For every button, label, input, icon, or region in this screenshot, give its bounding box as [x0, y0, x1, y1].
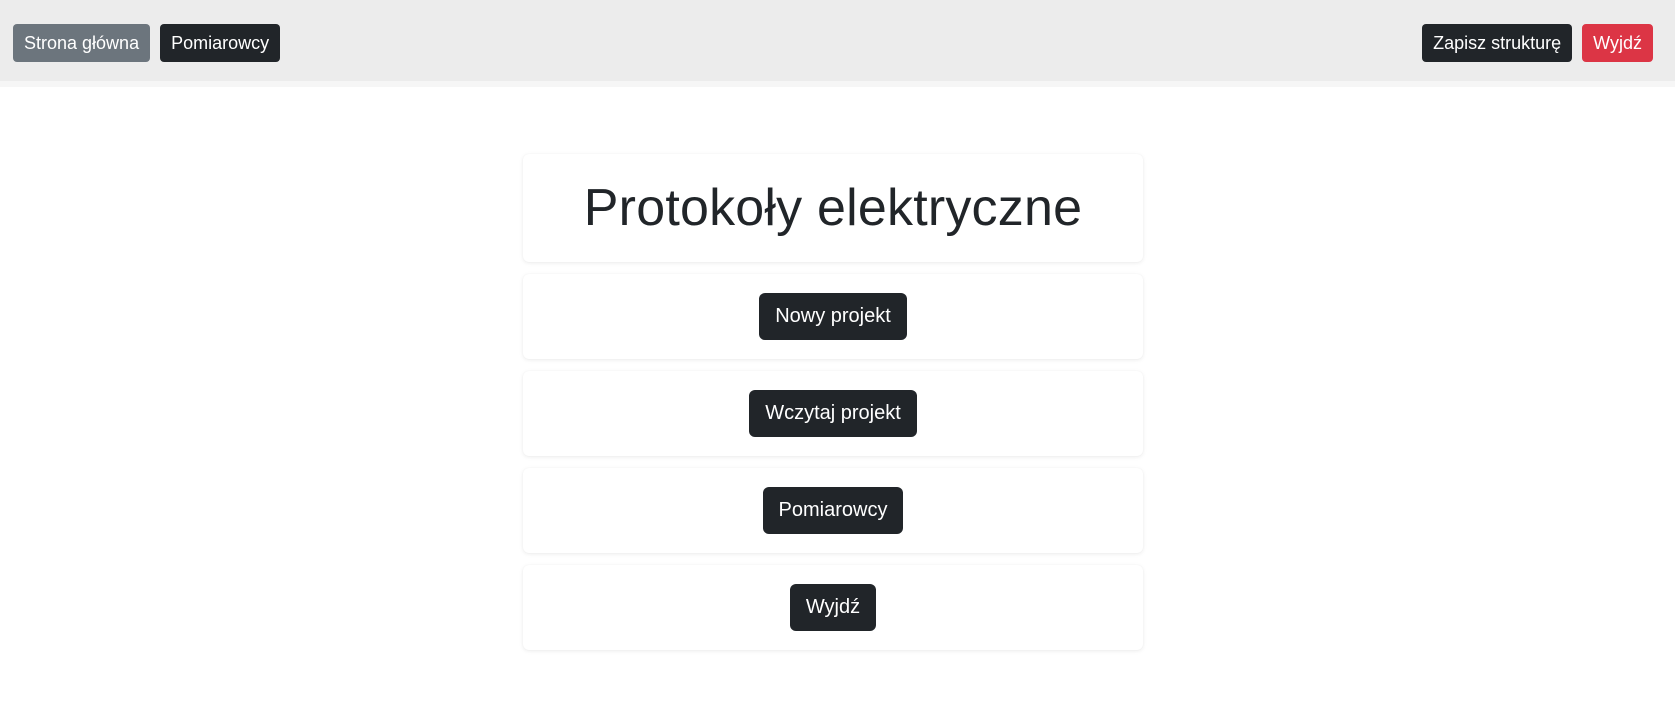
page-title: Protokoły elektryczne	[583, 179, 1083, 237]
new-project-card: Nowy projekt	[523, 274, 1143, 359]
main-menu: Protokoły elektryczne Nowy projekt Wczyt…	[523, 154, 1143, 662]
measurers-card: Pomiarowcy	[523, 468, 1143, 553]
exit-nav-button[interactable]: Wyjdź	[1582, 24, 1653, 62]
save-structure-button[interactable]: Zapisz strukturę	[1422, 24, 1573, 62]
measurers-button[interactable]: Pomiarowcy	[762, 487, 904, 534]
home-button[interactable]: Strona główna	[13, 24, 151, 62]
top-navbar: Strona główna Pomiarowcy Zapisz struktur…	[0, 0, 1675, 87]
load-project-card: Wczytaj projekt	[523, 371, 1143, 456]
title-card: Protokoły elektryczne	[523, 154, 1143, 262]
measurers-nav-button[interactable]: Pomiarowcy	[160, 24, 281, 62]
navbar-right-group: Zapisz strukturę Wyjdź	[1422, 24, 1653, 62]
load-project-button[interactable]: Wczytaj projekt	[749, 390, 917, 437]
navbar-left-group: Strona główna Pomiarowcy	[13, 24, 281, 62]
exit-button[interactable]: Wyjdź	[789, 584, 877, 631]
new-project-button[interactable]: Nowy projekt	[759, 293, 907, 340]
exit-card: Wyjdź	[523, 565, 1143, 650]
